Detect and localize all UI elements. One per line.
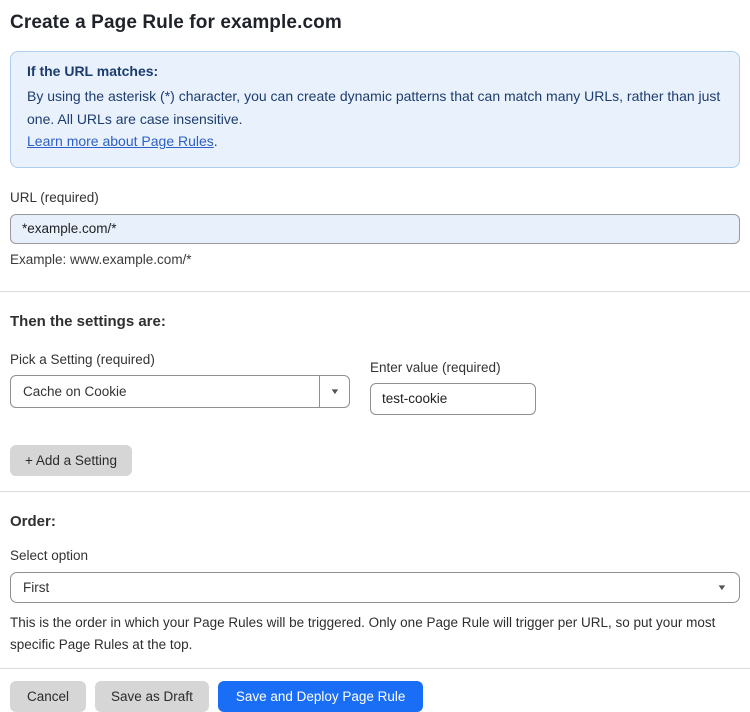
save-as-draft-button[interactable]: Save as Draft — [95, 681, 209, 712]
page-rule-form: Create a Page Rule for example.com If th… — [0, 0, 750, 712]
order-section-heading: Order: — [10, 512, 56, 530]
order-help-text: This is the order in which your Page Rul… — [10, 614, 716, 652]
footer-divider — [0, 668, 750, 670]
save-and-deploy-button[interactable]: Save and Deploy Page Rule — [217, 681, 424, 712]
order-select[interactable]: First ▼ — [10, 571, 740, 603]
order-select-value: First — [23, 579, 50, 595]
settings-row: Pick a Setting (required) Cache on Cooki… — [10, 352, 740, 415]
order-select-arrow: ▼ — [716, 573, 739, 602]
info-link-line: Learn more about Page Rules. — [27, 130, 723, 152]
setting-value-input[interactable] — [370, 382, 536, 415]
setting-value-column: Enter value (required) — [370, 360, 536, 415]
info-box-heading: If the URL matches: — [27, 63, 159, 79]
url-example-text: Example: www.example.com/* — [10, 251, 192, 267]
settings-section-heading: Then the settings are: — [10, 312, 166, 330]
url-match-info-box: If the URL matches: By using the asteris… — [10, 51, 740, 168]
url-input[interactable] — [10, 213, 740, 244]
learn-more-link[interactable]: Learn more about Page Rules — [27, 133, 214, 149]
setting-select-arrow-segment[interactable]: ▼ — [319, 375, 349, 407]
setting-select-label: Pick a Setting (required) — [10, 351, 155, 367]
section-divider — [0, 490, 750, 492]
chevron-down-icon: ▼ — [716, 582, 728, 592]
footer-actions: Cancel Save as Draft Save and Deploy Pag… — [10, 681, 740, 712]
setting-select-value: Cache on Cookie — [23, 383, 127, 399]
setting-value-label: Enter value (required) — [370, 359, 501, 375]
add-setting-button[interactable]: + Add a Setting — [10, 444, 132, 476]
info-box-body: By using the asterisk (*) character, you… — [27, 88, 721, 127]
setting-select[interactable]: Cache on Cookie ▼ — [10, 374, 350, 408]
cancel-button[interactable]: Cancel — [10, 681, 87, 712]
link-suffix: . — [213, 133, 218, 150]
order-select-label: Select option — [10, 547, 89, 563]
chevron-down-icon: ▼ — [328, 386, 341, 396]
page-title: Create a Page Rule for example.com — [10, 12, 342, 33]
section-divider — [0, 290, 750, 292]
url-field-label: URL (required) — [10, 189, 99, 205]
setting-select-column: Pick a Setting (required) Cache on Cooki… — [10, 352, 350, 408]
